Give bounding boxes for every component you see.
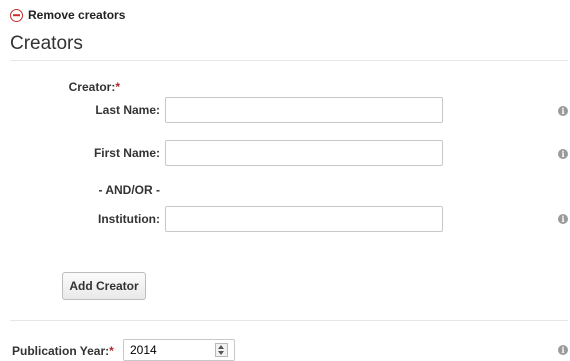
first-name-input[interactable] — [165, 140, 443, 166]
institution-input[interactable] — [165, 206, 443, 232]
creator-label: Creator:* — [50, 80, 120, 94]
add-creator-button[interactable]: Add Creator — [62, 272, 146, 300]
section-divider-top — [10, 60, 568, 61]
remove-creators-link[interactable]: Remove creators — [10, 8, 125, 22]
remove-circle-icon — [10, 8, 23, 22]
section-title: Creators — [10, 33, 83, 54]
last-name-label: Last Name: — [95, 103, 160, 117]
spinner-up-icon[interactable] — [218, 345, 224, 349]
publication-year-label: Publication Year:* — [12, 344, 118, 358]
and-or-separator: - AND/OR - — [98, 183, 160, 197]
creator-label-text: Creator: — [68, 80, 116, 94]
publication-year-label-text: Publication Year: — [12, 344, 110, 358]
publication-year-info-icon[interactable]: i — [558, 345, 568, 355]
institution-label: Institution: — [98, 212, 160, 226]
publication-year-required-mark: * — [109, 344, 114, 358]
last-name-info-icon[interactable]: i — [558, 106, 568, 116]
last-name-input[interactable] — [165, 97, 443, 123]
spinner-down-icon[interactable] — [218, 351, 224, 355]
publication-year-field[interactable] — [123, 339, 235, 361]
institution-info-icon[interactable]: i — [558, 214, 568, 224]
spinner-arrows-icon[interactable] — [215, 343, 228, 357]
first-name-label: First Name: — [93, 146, 160, 160]
remove-creators-label: Remove creators — [28, 8, 126, 22]
publication-year-input[interactable] — [124, 340, 224, 360]
section-divider-bottom — [10, 320, 568, 321]
creator-required-mark: * — [115, 80, 120, 94]
first-name-info-icon[interactable]: i — [558, 149, 568, 159]
